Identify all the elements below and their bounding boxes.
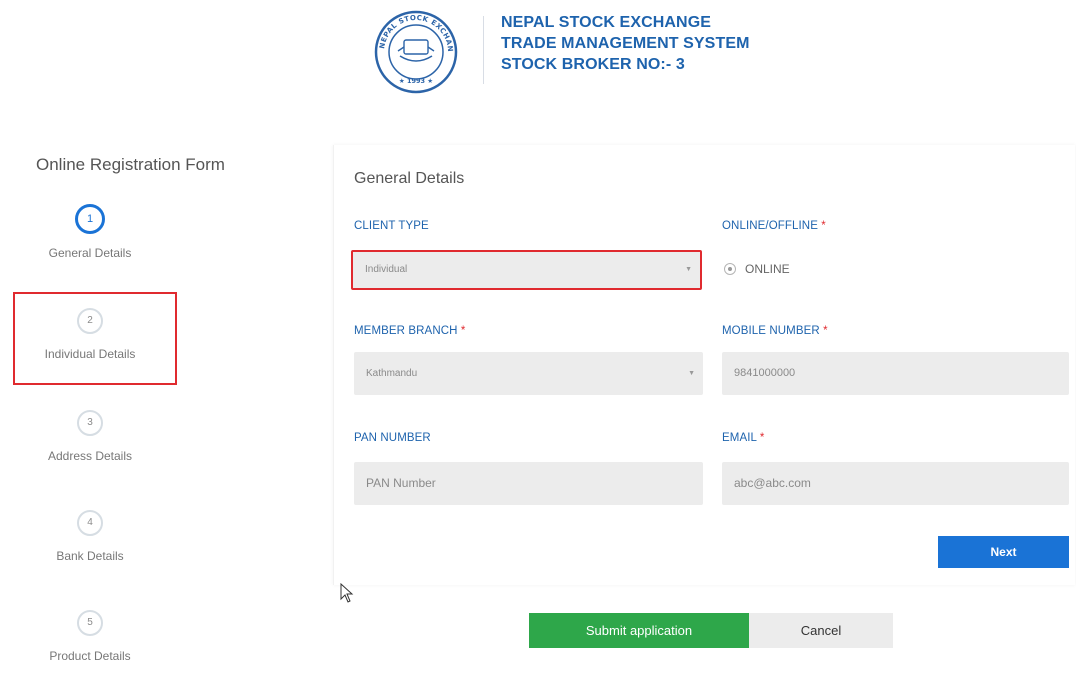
member-branch-label: MEMBER BRANCH * <box>354 325 466 337</box>
chevron-down-icon: ▼ <box>688 370 695 377</box>
step-number: 4 <box>77 510 103 536</box>
step-label: General Details <box>48 246 132 260</box>
mobile-number-value: 9841000000 <box>734 367 796 379</box>
step-address-details[interactable]: 3 Address Details <box>15 410 165 463</box>
client-type-label: CLIENT TYPE <box>354 220 429 232</box>
online-offline-label: ONLINE/OFFLINE * <box>722 220 826 232</box>
header-divider <box>483 16 484 84</box>
mobile-number-input[interactable]: 9841000000 <box>722 352 1069 395</box>
step-label: Product Details <box>49 649 131 663</box>
email-input[interactable]: abc@abc.com <box>722 462 1069 505</box>
header-line-broker: STOCK BROKER NO:- 3 <box>501 56 685 73</box>
email-label: EMAIL * <box>722 432 765 444</box>
step-number: 3 <box>77 410 103 436</box>
step-highlight-box <box>13 292 177 385</box>
chevron-down-icon: ▼ <box>685 266 692 273</box>
radio-dot-icon <box>724 263 736 275</box>
step-number: 5 <box>77 610 103 636</box>
mobile-number-label: MOBILE NUMBER * <box>722 325 828 337</box>
step-number: 1 <box>75 204 105 234</box>
pan-number-label: PAN NUMBER <box>354 432 431 444</box>
sidebar-title: Online Registration Form <box>36 155 225 174</box>
client-type-select[interactable]: Individual ▼ <box>351 250 702 290</box>
header-title-block: NEPAL STOCK EXCHANGE TRADE MANAGEMENT SY… <box>501 12 750 75</box>
next-button[interactable]: Next <box>938 536 1069 568</box>
step-product-details[interactable]: 5 Product Details <box>15 610 165 663</box>
header-line-exchange: NEPAL STOCK EXCHANGE <box>501 14 712 31</box>
nepse-logo: NEPAL STOCK EXCHANGE LTD. ★ 1993 ★ <box>370 10 458 94</box>
step-label: Bank Details <box>56 549 124 563</box>
page-header: NEPAL STOCK EXCHANGE LTD. ★ 1993 ★ NEPAL… <box>0 0 1076 110</box>
online-radio[interactable]: ONLINE <box>724 262 790 276</box>
pan-number-placeholder: PAN Number <box>366 476 436 490</box>
client-type-value: Individual <box>365 264 408 275</box>
email-value: abc@abc.com <box>734 476 811 490</box>
member-branch-select[interactable]: Kathmandu ▼ <box>354 352 703 395</box>
cancel-button[interactable]: Cancel <box>749 613 893 648</box>
form-title: General Details <box>354 170 465 187</box>
mouse-cursor-icon <box>340 583 354 603</box>
step-general-details[interactable]: 1 General Details <box>15 204 165 260</box>
step-label: Address Details <box>47 449 133 463</box>
member-branch-value: Kathmandu <box>366 368 418 379</box>
svg-text:★ 1993 ★: ★ 1993 ★ <box>399 77 433 85</box>
online-radio-label: ONLINE <box>745 262 790 276</box>
submit-application-button[interactable]: Submit application <box>529 613 749 648</box>
pan-number-input[interactable]: PAN Number <box>354 462 703 505</box>
step-bank-details[interactable]: 4 Bank Details <box>15 510 165 563</box>
header-line-system: TRADE MANAGEMENT SYSTEM <box>501 35 750 52</box>
